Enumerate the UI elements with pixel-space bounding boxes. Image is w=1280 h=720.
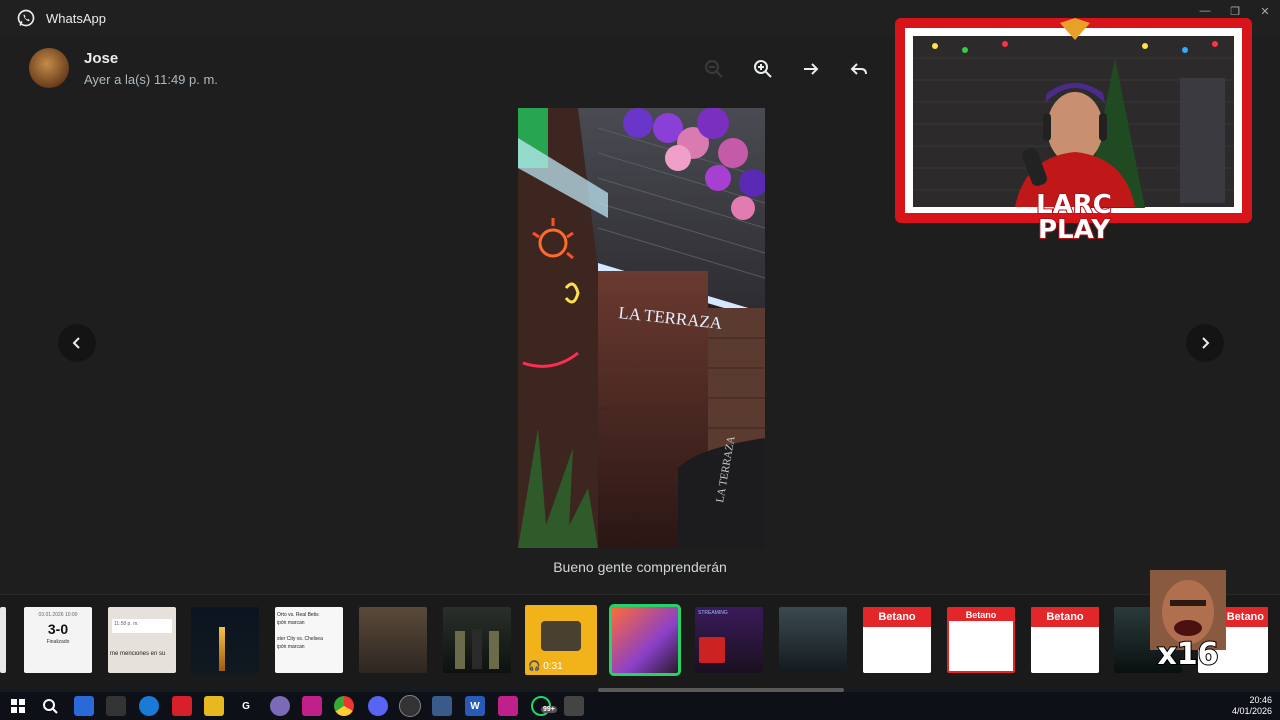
thumbnail-selected[interactable] — [609, 604, 681, 676]
media-caption: Bueno gente comprenderán — [553, 559, 727, 575]
arrow-right-icon — [804, 63, 819, 75]
obs-icon[interactable] — [399, 695, 421, 717]
reply-icon — [850, 63, 867, 75]
thumbnail-betano-2[interactable]: Betano — [947, 607, 1015, 673]
app-icon-dark[interactable] — [564, 696, 584, 716]
media-image[interactable]: LA TERRAZA LA TERRAZA — [518, 108, 765, 548]
thumbnail-wallet[interactable] — [359, 607, 427, 673]
windows-taskbar: G W 99+ 20:46 4/01/2026 — [0, 692, 1280, 720]
discord-icon[interactable] — [368, 696, 388, 716]
thumbnail-chat[interactable]: 11:58 p. m. me menciones en su — [108, 607, 176, 673]
whatsapp-logo-icon — [17, 9, 35, 27]
app-icon-pink-2[interactable] — [498, 696, 518, 716]
thumbnail-partial[interactable] — [0, 607, 6, 673]
zoom-out-icon — [705, 60, 723, 78]
thumb-list-line3: ster City vs. Chelsea — [277, 636, 323, 642]
thumbnail-text-list[interactable]: Orto vs. Real Betis ipón marcan ster Cit… — [275, 607, 343, 673]
venue-photo: LA TERRAZA LA TERRAZA — [518, 108, 765, 548]
anydesk-icon[interactable] — [172, 696, 192, 716]
reaction-sticker: x16 — [1150, 570, 1226, 673]
webcam-brand-line2: PLAY — [1038, 215, 1111, 245]
betano-logo: Betano — [1031, 607, 1099, 627]
clock-date: 4/01/2026 — [1231, 706, 1272, 716]
thumb-list-line4: ipón marcan — [277, 644, 305, 650]
zoom-in-button[interactable] — [750, 56, 776, 82]
thumb-score-value: 3-0 — [47, 621, 69, 637]
thumbnail-stream[interactable]: STREAMING — [695, 607, 763, 673]
thumb-list-line2: ipón marcan — [277, 620, 305, 626]
forward-button[interactable] — [798, 56, 824, 82]
thumb-score-date: 03.01.2026 10:00 — [38, 612, 78, 618]
avatar[interactable] — [29, 48, 69, 88]
thumb-score-status: Finalizado — [46, 639, 70, 645]
edge-icon[interactable] — [139, 696, 159, 716]
calculator-icon[interactable] — [432, 696, 452, 716]
message-timestamp: Ayer a la(s) 11:49 p. m. — [84, 72, 218, 87]
whatsapp-taskbar-icon[interactable]: 99+ — [531, 696, 557, 716]
logitech-icon[interactable]: G — [236, 696, 256, 716]
file-explorer-icon[interactable] — [204, 696, 224, 716]
thumbnail-soldiers[interactable] — [443, 607, 511, 673]
contact-name: Jose — [84, 50, 119, 67]
betano-logo: Betano — [863, 607, 931, 627]
whatsapp-unread-badge: 99+ — [541, 706, 557, 713]
betano-logo: Betano — [949, 609, 1013, 621]
video-duration-text: 0:31 — [543, 661, 563, 672]
windows-start-icon[interactable] — [8, 696, 28, 716]
word-icon[interactable]: W — [465, 696, 485, 716]
thumbnail-night-photo[interactable] — [191, 607, 259, 673]
thumbnail-betano-3[interactable]: Betano — [1031, 607, 1099, 673]
chevron-left-icon — [72, 337, 80, 349]
search-icon[interactable] — [40, 696, 60, 716]
app-title: WhatsApp — [46, 10, 106, 26]
image-placeholder-icon — [541, 621, 581, 651]
next-media-button[interactable] — [1186, 324, 1224, 362]
thumb-stream-label: STREAMING — [698, 610, 728, 616]
system-clock[interactable]: 20:46 4/01/2026 — [1232, 695, 1272, 717]
thumb-list-line1: Orto vs. Real Betis — [277, 612, 319, 618]
cat-app-icon[interactable] — [106, 696, 126, 716]
clock-time: 20:46 — [1249, 695, 1272, 705]
thumbnail-betano-1[interactable]: Betano — [863, 607, 931, 673]
webcam-overlay: LARC PLAY — [895, 18, 1252, 253]
chrome-icon[interactable] — [334, 696, 354, 716]
app-icon-pink[interactable] — [302, 696, 322, 716]
app-icon[interactable] — [270, 696, 290, 716]
media-thumbnail-strip: 03.01.2026 10:00 3-0 Finalizado 11:58 p.… — [0, 594, 1280, 690]
reply-button[interactable] — [846, 56, 872, 82]
zoom-out-button[interactable] — [701, 56, 727, 82]
store-icon[interactable] — [74, 696, 94, 716]
thumbnail-score[interactable]: 03.01.2026 10:00 3-0 Finalizado — [24, 607, 92, 673]
previous-media-button[interactable] — [58, 324, 96, 362]
zoom-in-icon — [754, 60, 772, 78]
chevron-right-icon — [1202, 337, 1210, 349]
thumb-chat-text: me menciones en su — [110, 651, 166, 657]
sticker-text: x16 — [1157, 637, 1218, 670]
thumbnail-video[interactable]: 🎧 0:31 — [525, 605, 597, 675]
video-duration: 🎧 0:31 — [528, 661, 563, 672]
thumb-chat-time: 11:58 p. m. — [112, 619, 172, 633]
thumbnail-soldiers-2[interactable] — [779, 607, 847, 673]
close-button[interactable]: ✕ — [1250, 0, 1280, 22]
